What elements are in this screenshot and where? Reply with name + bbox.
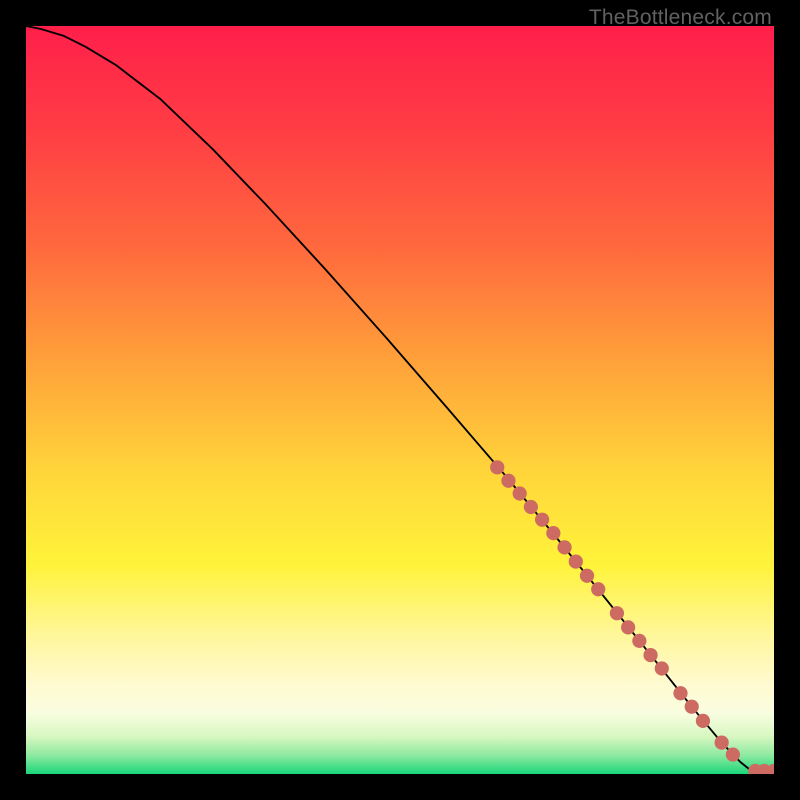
plot-area [26,26,774,774]
chart-stage: TheBottleneck.com [0,0,800,800]
gradient-background [26,26,774,774]
